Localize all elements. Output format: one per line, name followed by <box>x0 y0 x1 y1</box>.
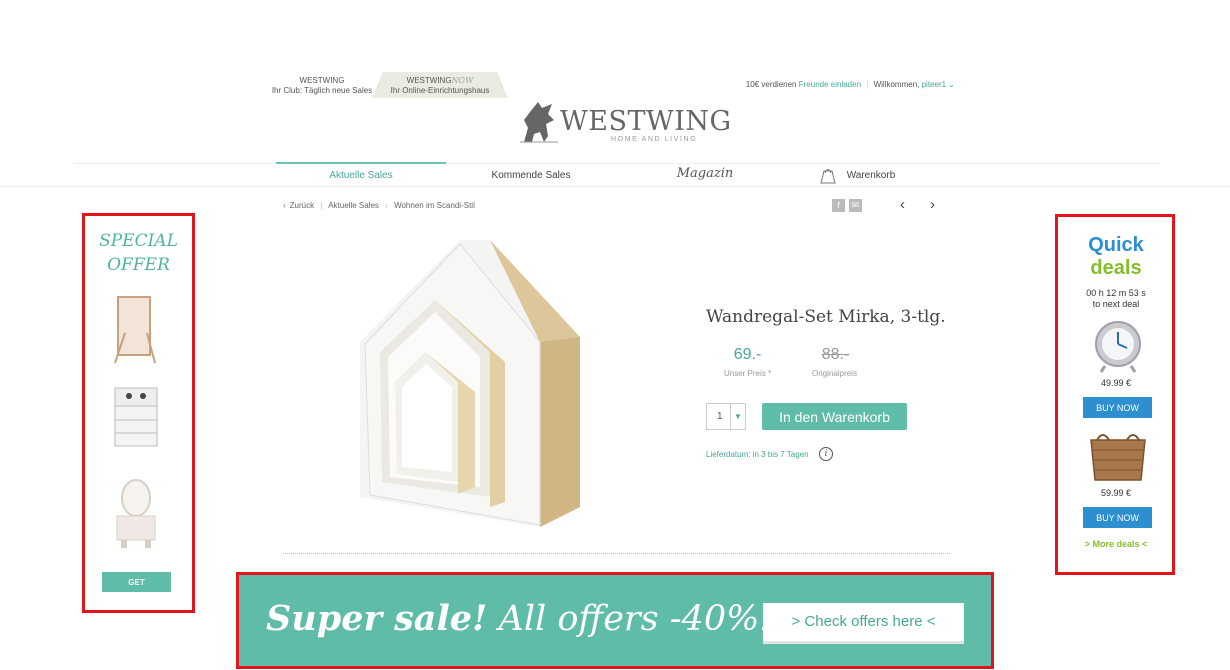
logo-tagline: HOME AND LIVING <box>611 136 698 143</box>
buy-now-button-2[interactable]: BUY NOW <box>1083 507 1152 528</box>
quick-deals-title-quick: Quick <box>1088 234 1144 256</box>
breadcrumb-level1[interactable]: Aktuelle Sales <box>328 201 379 210</box>
email-icon[interactable]: ✉ <box>849 199 862 212</box>
quick-deals-title-deals: deals <box>1090 257 1142 279</box>
chevron-down-icon[interactable]: ⌄ <box>948 80 955 89</box>
nav-magazin[interactable]: Magazin <box>660 166 750 181</box>
special-offer-title: SPECIAL OFFER <box>85 229 192 277</box>
deal-price-2: 59.99 € <box>1100 488 1132 498</box>
user-menu[interactable]: piteer1 <box>922 80 946 89</box>
get-discount-button[interactable]: GET DISCOUNT <box>102 572 171 607</box>
facebook-icon[interactable]: f <box>832 199 845 212</box>
nav-kommende-sales[interactable]: Kommende Sales <box>460 170 602 181</box>
welcome-prefix: Willkommen, <box>873 80 920 89</box>
shopping-bag-icon[interactable] <box>818 166 838 184</box>
nav-divider-bottom <box>0 186 1230 187</box>
deal-countdown-label: to next deal <box>1092 299 1140 309</box>
original-price-label: Originalpreis <box>812 369 857 378</box>
more-deals-link[interactable]: > More deals < <box>1058 539 1174 549</box>
quantity-value: 1 <box>717 411 723 422</box>
westwing-now-tab[interactable]: WESTWINGNOW Ihr Online-Einrichtungshaus <box>372 76 508 96</box>
invite-friends-link[interactable]: Freunde einladen <box>799 80 861 89</box>
breadcrumb: ‹ Zurück | Aktuelle Sales › Wohnen im Sca… <box>283 201 475 210</box>
super-sale-bold: Super sale! <box>266 598 488 639</box>
logo-wordmark[interactable]: WESTWING <box>560 106 732 137</box>
top-links: 10€ verdienen Freunde einladen | Willkom… <box>745 80 955 89</box>
nav-aktuelle-sales[interactable]: Aktuelle Sales <box>276 170 446 181</box>
pegasus-logo-icon[interactable] <box>518 98 560 146</box>
quantity-select[interactable]: 1 ▼ <box>706 403 746 430</box>
super-sale-rest: All offers -40%! <box>498 599 774 639</box>
add-to-cart-button[interactable]: In den Warenkorb <box>762 403 907 430</box>
deal-countdown: 00 h 12 m 53 s to next deal <box>1058 288 1174 310</box>
vanity-mirror-image[interactable] <box>103 478 169 550</box>
special-offer-title-line2: OFFER <box>107 255 170 275</box>
deal-countdown-time: 00 h 12 m 53 s <box>1086 288 1146 298</box>
product-title: Wandregal-Set Mirka, 3-tlg. <box>706 307 946 327</box>
now-subtitle: Ihr Online-Einrichtungshaus <box>390 86 490 95</box>
divider <box>283 553 950 554</box>
club-tab[interactable]: WESTWING Ihr Club: Täglich neue Sales <box>270 76 374 96</box>
invite-prefix: 10€ verdienen <box>745 80 797 89</box>
alarm-clock-image[interactable] <box>1083 316 1153 374</box>
prev-product-arrow-icon[interactable]: ‹ <box>900 196 905 213</box>
product-price: 69.- <box>733 346 762 363</box>
super-sale-headline: Super sale! All offers -40%! <box>266 598 773 639</box>
jewelry-box-image[interactable] <box>103 384 169 456</box>
club-title: WESTWING <box>299 76 345 85</box>
chevron-left-icon[interactable]: ‹ <box>283 201 286 210</box>
next-product-arrow-icon[interactable]: › <box>930 196 935 213</box>
now-title: WESTWING <box>406 76 452 85</box>
original-price: 88.- <box>821 346 850 363</box>
breadcrumb-level2[interactable]: Wohnen im Scandi-Stil <box>394 201 475 210</box>
breadcrumb-back[interactable]: Zurück <box>290 201 314 210</box>
wicker-basket-image[interactable] <box>1083 428 1153 486</box>
special-offer-title-line1: SPECIAL <box>99 231 178 251</box>
deal-price-1: 49.99 € <box>1100 378 1132 388</box>
quick-deals-title: Quick deals <box>1058 234 1174 280</box>
nav-warenkorb[interactable]: Warenkorb <box>842 170 900 181</box>
product-price-label: Unser Preis * <box>723 369 772 378</box>
mirror-stand-image[interactable] <box>103 293 169 365</box>
check-offers-button[interactable]: > Check offers here < <box>763 603 964 641</box>
buy-now-button-1[interactable]: BUY NOW <box>1083 397 1152 418</box>
club-subtitle: Ihr Club: Täglich neue Sales <box>271 86 373 95</box>
nav-divider-top <box>75 163 1160 164</box>
now-suffix: NOW <box>451 76 474 85</box>
chevron-down-icon[interactable]: ▼ <box>730 404 745 429</box>
info-icon[interactable]: i <box>819 447 833 461</box>
nav-active-indicator <box>276 162 446 164</box>
product-image <box>360 240 580 527</box>
delivery-date: Lieferdatum: in 3 bis 7 Tagen <box>706 450 809 459</box>
